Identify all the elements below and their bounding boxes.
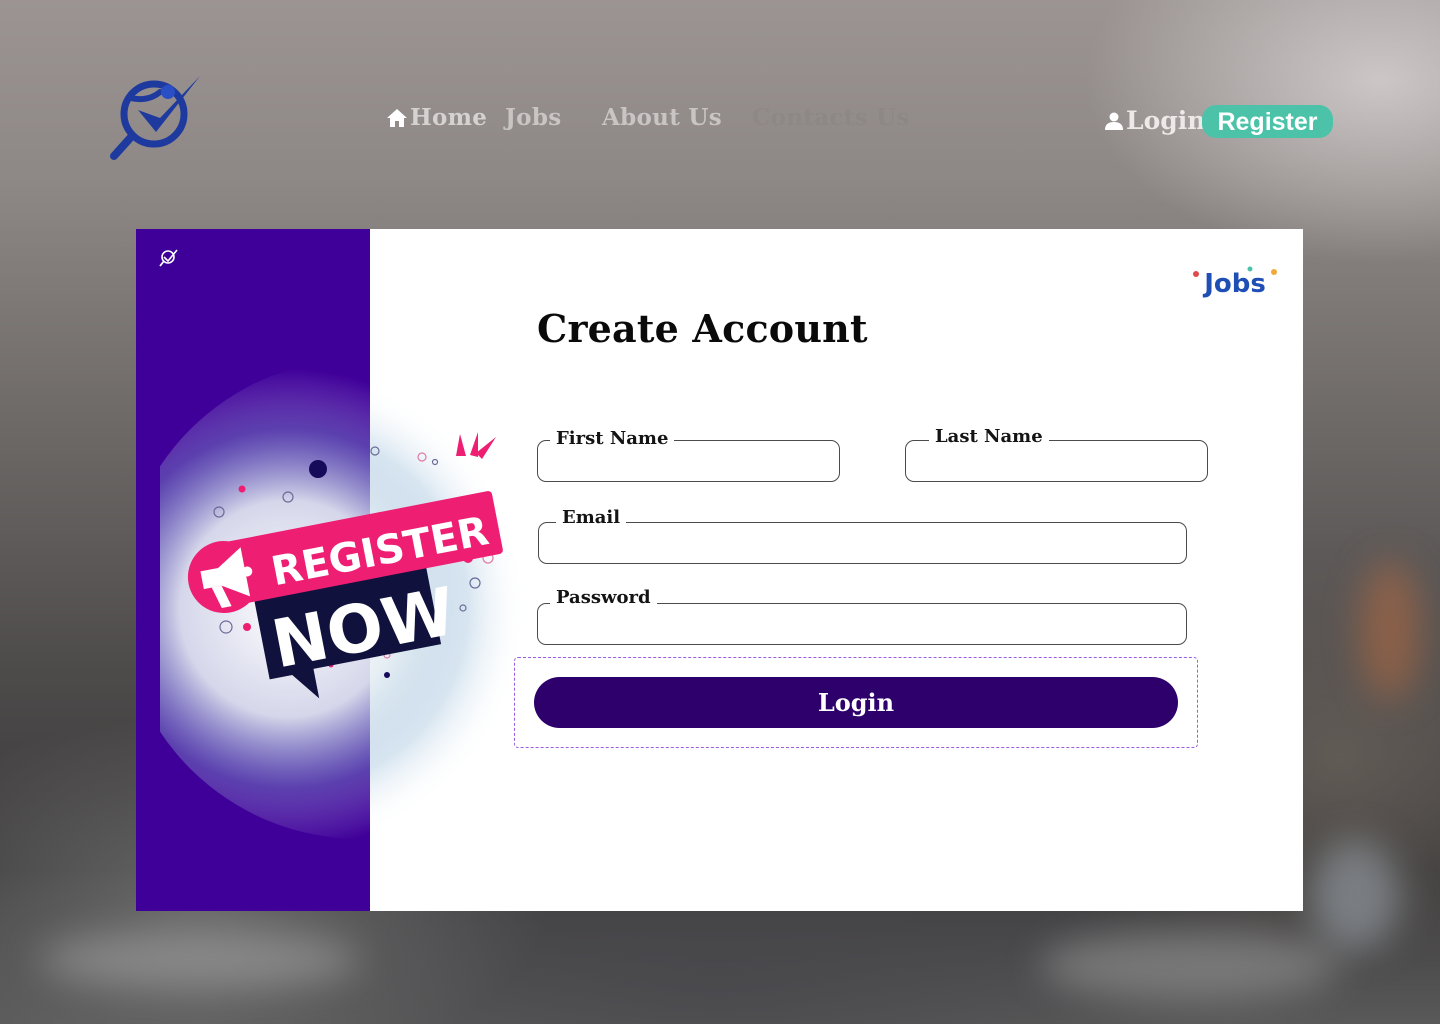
nav-jobs[interactable]: Jobs	[505, 104, 561, 131]
first-name-label: First Name	[550, 428, 675, 450]
confetti-dot	[384, 672, 390, 678]
nav-home-label: Home	[410, 104, 488, 131]
header-login-label: Login	[1126, 106, 1206, 135]
user-icon	[1105, 112, 1123, 130]
last-name-field: Last Name	[905, 426, 1208, 482]
site-logo[interactable]	[108, 70, 208, 162]
confetti-dot	[309, 460, 327, 478]
home-icon	[387, 108, 407, 127]
confetti-dot	[243, 623, 251, 631]
header-login-link[interactable]: Login	[1104, 106, 1205, 135]
nav-about-us[interactable]: About Us	[602, 104, 722, 131]
confetti-dot	[238, 485, 246, 493]
password-label: Password	[550, 587, 657, 609]
nav-contacts-us[interactable]: Contacts Us	[752, 104, 910, 131]
register-card: NOW REGISTER Jobs Create Account First N…	[136, 229, 1303, 911]
nav-home[interactable]: Home	[386, 104, 487, 131]
header-register-button[interactable]: Register	[1202, 105, 1333, 138]
page-title: Create Account	[537, 306, 868, 351]
email-input[interactable]	[539, 523, 1186, 563]
jobs-logo-text: Jobs	[1202, 269, 1266, 298]
background-blur	[1310, 840, 1400, 950]
email-label: Email	[556, 507, 627, 529]
background-blur	[1040, 930, 1340, 1000]
background-blur	[1360, 560, 1420, 700]
first-name-field: First Name	[537, 428, 840, 482]
jobs-logo: Jobs	[1193, 266, 1277, 298]
submit-login-button[interactable]: Login	[534, 677, 1178, 728]
password-field: Password	[537, 587, 1187, 645]
small-logo-icon	[159, 249, 178, 267]
password-input[interactable]	[538, 604, 1186, 644]
last-name-label: Last Name	[929, 426, 1049, 448]
email-field: Email	[538, 507, 1187, 564]
background-blur	[40, 930, 360, 990]
